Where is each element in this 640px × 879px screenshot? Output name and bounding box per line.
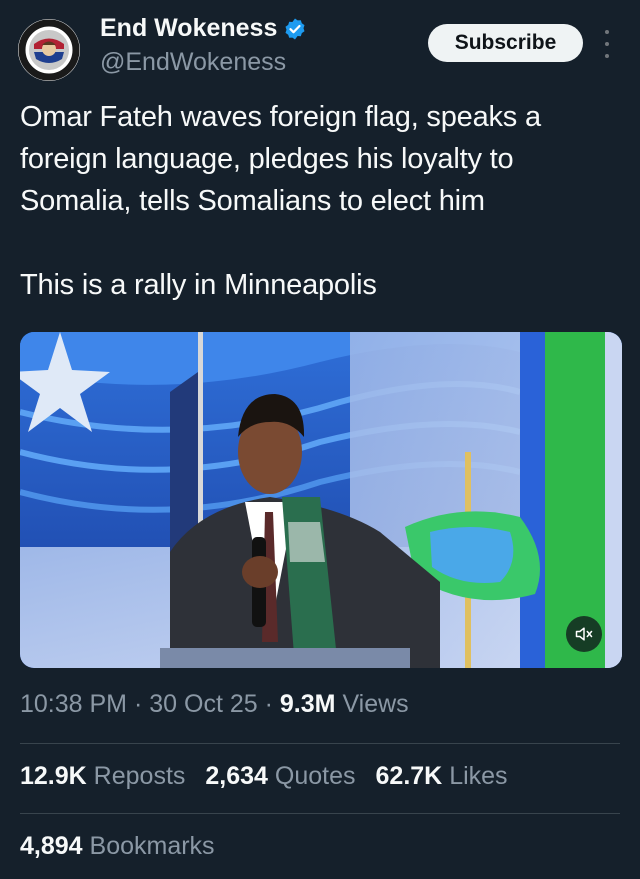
more-vertical-icon[interactable]	[600, 30, 614, 58]
author-avatar[interactable]	[18, 19, 80, 81]
video-frame	[20, 332, 622, 668]
bookmarks-label: Bookmarks	[89, 832, 215, 860]
meta-separator: ·	[133, 690, 143, 718]
likes-stat[interactable]: 62.7K Likes	[376, 762, 508, 791]
bookmarks-count: 4,894	[20, 832, 83, 860]
tweet-paragraph: This is a rally in Minneapolis	[20, 269, 377, 301]
views-count: 9.3M	[279, 690, 336, 718]
quotes-count: 2,634	[205, 762, 268, 790]
views-label: Views	[342, 690, 409, 718]
likes-label: Likes	[449, 762, 508, 790]
quotes-stat[interactable]: 2,634 Quotes	[205, 762, 355, 791]
author-handle[interactable]: @EndWokeness	[100, 48, 286, 77]
divider	[20, 743, 620, 744]
likes-count: 62.7K	[375, 762, 443, 790]
reposts-label: Reposts	[93, 762, 186, 790]
verified-badge-icon	[283, 17, 307, 41]
author-display-name[interactable]: End Wokeness	[100, 14, 277, 43]
tweet-text: Omar Fateh waves foreign flag, speaks a …	[20, 96, 625, 306]
author-name-row[interactable]: End Wokeness	[100, 14, 307, 43]
engagement-stats: 12.9K Reposts 2,634 Quotes 62.7K Likes	[20, 762, 508, 791]
tweet-time[interactable]: 10:38 PM	[20, 690, 127, 718]
tweet-paragraph: Omar Fateh waves foreign flag, speaks a …	[20, 101, 541, 217]
tweet-meta: 10:38 PM · 30 Oct 25 · 9.3M Views	[20, 690, 409, 719]
volume-muted-icon	[575, 627, 593, 641]
reposts-count: 12.9K	[20, 762, 87, 790]
bookmarks-stat[interactable]: 4,894 Bookmarks	[20, 832, 215, 861]
meta-separator: ·	[264, 690, 273, 718]
subscribe-button[interactable]: Subscribe	[428, 24, 583, 62]
mute-button[interactable]	[566, 616, 602, 652]
support-badge-icon	[18, 19, 80, 81]
tweet-header: End Wokeness @EndWokeness Subscribe	[0, 0, 640, 90]
video-player[interactable]	[20, 332, 622, 668]
reposts-stat[interactable]: 12.9K Reposts	[20, 762, 185, 791]
tweet-date[interactable]: 30 Oct 25	[149, 690, 257, 718]
quotes-label: Quotes	[274, 762, 356, 790]
divider	[20, 813, 620, 814]
